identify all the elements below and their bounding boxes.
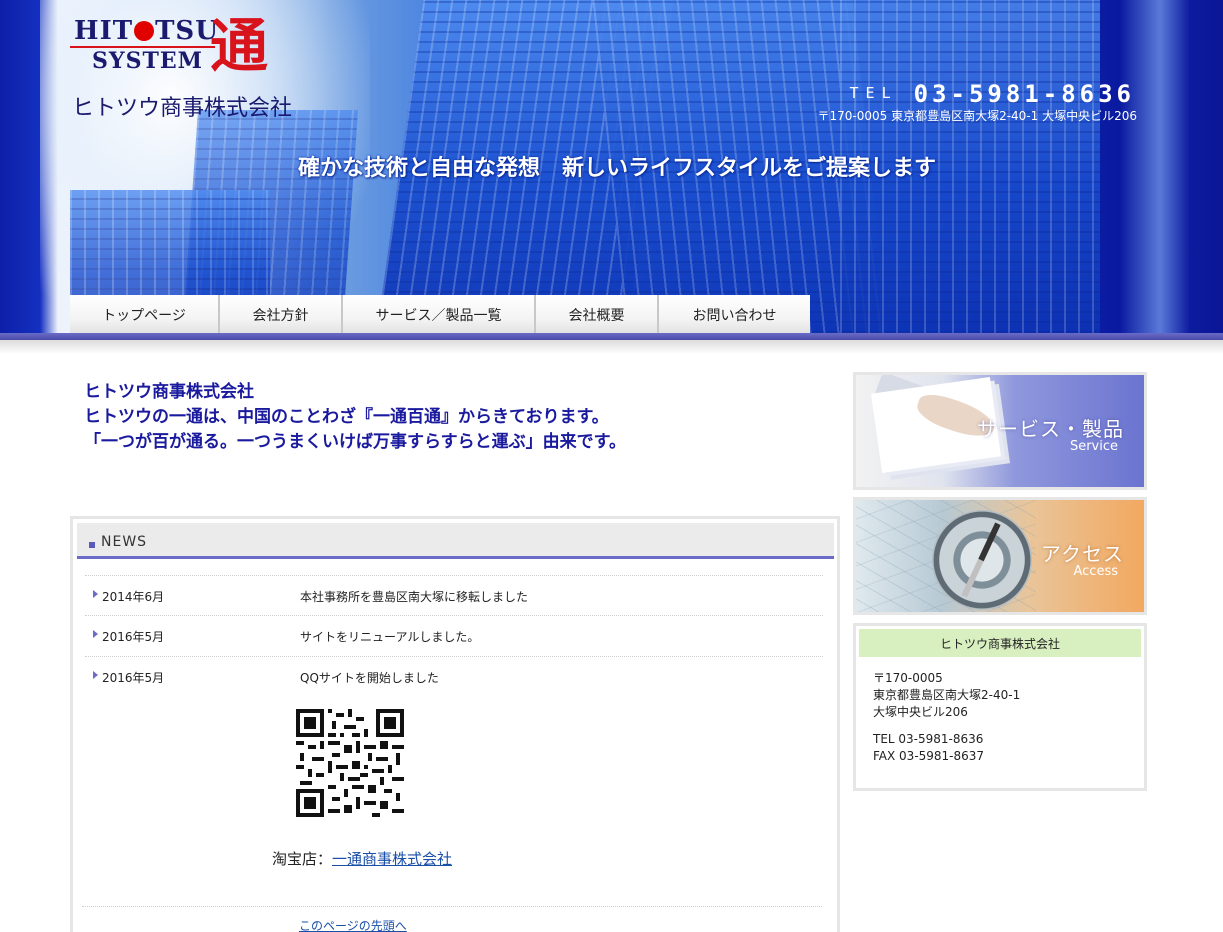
- site-logo[interactable]: HIT TSU SYSTEM 通: [70, 8, 270, 80]
- qr-code-icon: [296, 709, 404, 817]
- news-title: NEWS: [101, 534, 148, 550]
- service-banner-title: サービス・製品: [977, 417, 1124, 441]
- main-nav: トップページ 会社方針 サービス／製品一覧 会社概要 お問い合わせ: [70, 295, 810, 335]
- nav-item-company[interactable]: 会社概要: [536, 295, 659, 335]
- header-tagline: 確かな技術と自由な発想 新しいライフスタイルをご提案します: [298, 156, 937, 181]
- taobao-label: 淘宝店：: [272, 850, 333, 868]
- news-header: NEWS: [77, 523, 834, 559]
- news-text: サイトをリニューアルしました。: [300, 630, 480, 644]
- logo-wordmark-bottom: SYSTEM: [92, 48, 203, 74]
- news-divider: [82, 906, 822, 907]
- service-banner[interactable]: サービス・製品 Service: [853, 372, 1147, 490]
- intro-text: ヒトツウ商事株式会社 ヒトツウの一通は、中国のことわざ『一通百通』からきておりま…: [84, 380, 626, 455]
- nav-underline: [0, 333, 1223, 340]
- news-square-icon: [89, 542, 95, 548]
- news-arrow-icon: [93, 590, 98, 598]
- access-banner-title: アクセス: [1041, 542, 1124, 566]
- news-date: 2016年5月: [102, 630, 165, 644]
- news-arrow-icon: [93, 671, 98, 679]
- logo-wordmark-top: HIT TSU: [74, 16, 219, 46]
- header-address: 〒170-0005 東京都豊島区南大塚2-40-1 大塚中央ビル206: [817, 109, 1137, 123]
- news-date: 2016年5月: [102, 671, 165, 685]
- tel-number: 03-5981-8636: [913, 80, 1135, 108]
- access-banner[interactable]: アクセス Access: [853, 497, 1147, 615]
- info-address: 東京都豊島区南大塚2-40-1: [873, 688, 1021, 702]
- news-item: 2014年6月 本社事務所を豊島区南大塚に移転しました: [85, 575, 823, 615]
- nav-item-policy[interactable]: 会社方針: [220, 295, 343, 335]
- header-tel: TEL 03-5981-8636: [850, 80, 1135, 108]
- info-tel: TEL 03-5981-8636: [873, 732, 984, 746]
- news-text: 本社事務所を豊島区南大塚に移転しました: [300, 590, 529, 604]
- logo-kanji: 通: [210, 12, 269, 80]
- nav-item-contact[interactable]: お問い合わせ: [659, 295, 810, 335]
- nav-shadow: [0, 340, 1223, 354]
- nav-item-services[interactable]: サービス／製品一覧: [343, 295, 536, 335]
- taobao-line: 淘宝店：一通商事株式会社: [272, 848, 452, 869]
- news-date: 2014年6月: [102, 590, 165, 604]
- intro-line: 「一つが百が通る。一つうまくいけば万事すらすらと運ぶ」由来です。: [84, 432, 626, 452]
- news-text: QQサイトを開始しました: [300, 671, 439, 685]
- company-info-box: ヒトツウ商事株式会社 〒170-0005 東京都豊島区南大塚2-40-1 大塚中…: [853, 623, 1147, 791]
- header-company-name: ヒトツウ商事株式会社: [72, 96, 293, 121]
- news-item: 2016年5月 サイトをリニューアルしました。: [85, 615, 823, 655]
- news-panel: NEWS 2014年6月 本社事務所を豊島区南大塚に移転しました 2016年5月…: [70, 516, 840, 932]
- page-top-link[interactable]: このページの先頭へ: [299, 917, 407, 932]
- logo-dot-icon: [134, 21, 155, 41]
- intro-line: ヒトツウ商事株式会社: [84, 382, 254, 402]
- info-fax: FAX 03-5981-8637: [873, 749, 985, 763]
- info-postal: 〒170-0005: [873, 671, 943, 685]
- tel-label: TEL: [849, 84, 898, 102]
- news-item: 2016年5月 QQサイトを開始しました: [85, 656, 823, 696]
- company-info-title: ヒトツウ商事株式会社: [859, 629, 1141, 657]
- info-building: 大塚中央ビル206: [873, 705, 968, 719]
- company-info-details: 〒170-0005 東京都豊島区南大塚2-40-1 大塚中央ビル206 TEL …: [873, 670, 1020, 765]
- access-banner-subtitle: Access: [1073, 564, 1118, 579]
- news-arrow-icon: [93, 630, 98, 638]
- taobao-link[interactable]: 一通商事株式会社: [332, 850, 452, 868]
- site-header: HIT TSU SYSTEM 通 ヒトツウ商事株式会社 TEL 03-5981-86…: [0, 0, 1223, 333]
- nav-item-top[interactable]: トップページ: [70, 295, 220, 335]
- service-banner-subtitle: Service: [1069, 439, 1118, 454]
- intro-line: ヒトツウの一通は、中国のことわざ『一通百通』からきております。: [84, 407, 609, 427]
